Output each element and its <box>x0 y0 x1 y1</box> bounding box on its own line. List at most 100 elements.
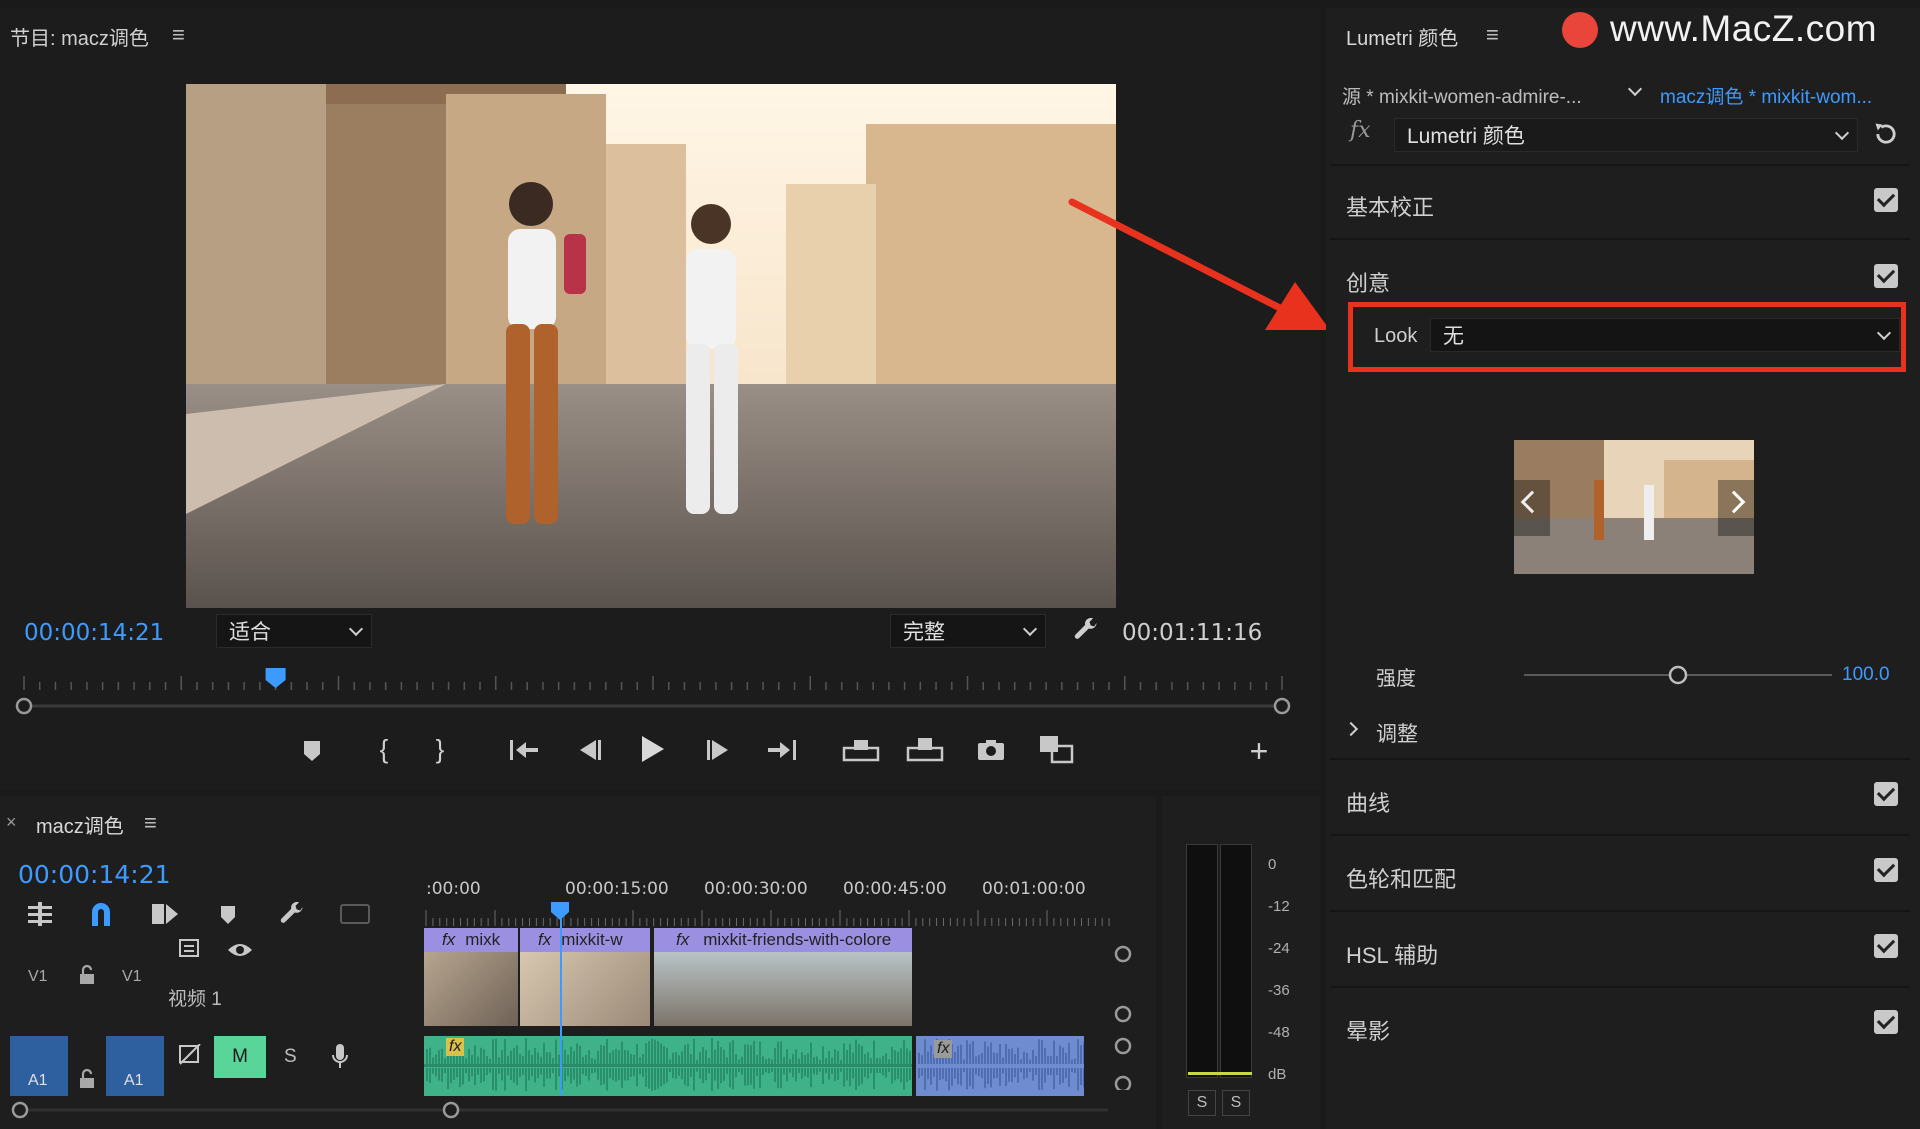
add-marker-icon[interactable] <box>218 904 238 926</box>
panel-menu-icon[interactable]: ≡ <box>172 24 185 46</box>
waveform-bar <box>681 1051 683 1064</box>
timeline-title[interactable]: macz调色 <box>36 810 124 839</box>
step-back-button[interactable] <box>574 738 604 762</box>
time-ruler[interactable]: :00:00 00:00:15:00 00:00:30:00 00:00:45:00 0… <box>424 872 1114 928</box>
lock-icon[interactable] <box>78 1068 96 1090</box>
v1-target-label[interactable]: V1 <box>122 968 142 986</box>
waveform-bar <box>987 1068 989 1084</box>
look-preview-thumbnail[interactable] <box>1514 440 1754 574</box>
look-select[interactable]: 无 <box>1430 318 1900 352</box>
program-monitor-title[interactable]: 节目: macz调色 <box>10 22 149 51</box>
section-creative[interactable]: 创意 <box>1346 266 1390 298</box>
lift-button[interactable] <box>842 734 880 764</box>
intensity-knob[interactable] <box>1668 665 1688 685</box>
lumetri-title[interactable]: Lumetri 颜色 <box>1346 22 1458 51</box>
mute-button[interactable]: M <box>214 1036 266 1078</box>
v1-source-label[interactable]: V1 <box>28 968 48 986</box>
panel-menu-icon[interactable]: ≡ <box>1486 24 1499 46</box>
waveform-bar <box>453 1068 455 1080</box>
panel-menu-icon[interactable]: ≡ <box>144 812 157 834</box>
waveform-bar <box>438 1068 440 1081</box>
video-clip-3[interactable]: fx mixkit-friends-with-colore <box>654 928 912 1026</box>
timeline-zoom-scrollbar[interactable] <box>8 1098 1114 1122</box>
waveform-bar <box>858 1044 860 1064</box>
fx-badge: fx <box>538 930 552 949</box>
solo-button[interactable]: S <box>284 1046 297 1068</box>
go-to-in-button[interactable] <box>508 736 542 764</box>
vignette-checkbox[interactable] <box>1874 1010 1898 1034</box>
clip-1-name: mixk <box>465 930 501 949</box>
intensity-slider[interactable] <box>1520 660 1836 690</box>
close-timeline-icon[interactable]: × <box>6 812 17 833</box>
waveform-bar <box>735 1068 737 1077</box>
captions-icon[interactable] <box>340 904 370 924</box>
waveform-bar <box>546 1052 548 1064</box>
basic-checkbox[interactable] <box>1874 188 1898 212</box>
microphone-icon[interactable] <box>330 1042 350 1070</box>
video-clip-1[interactable]: fx mixk <box>424 928 518 1026</box>
effect-select[interactable]: Lumetri 颜色 <box>1394 118 1858 152</box>
play-button[interactable] <box>638 734 666 764</box>
waveform-bar <box>1071 1059 1073 1064</box>
linked-selection-icon[interactable] <box>150 900 180 928</box>
wrench-icon[interactable] <box>1072 616 1100 644</box>
settings-wrench-icon[interactable] <box>278 900 306 928</box>
add-button[interactable]: + <box>1246 733 1272 769</box>
meter-solo-right[interactable]: S <box>1222 1090 1250 1116</box>
sync-lock-icon[interactable] <box>178 938 204 960</box>
adjust-label[interactable]: 调整 <box>1376 718 1418 748</box>
snap-icon[interactable] <box>88 900 114 928</box>
waveform-bar <box>948 1068 950 1091</box>
divider <box>1330 238 1910 240</box>
creative-checkbox[interactable] <box>1874 264 1898 288</box>
sequence-tab[interactable]: macz调色 * mixkit-wom... <box>1660 82 1872 109</box>
waveform-bar <box>495 1038 497 1064</box>
playhead-marker[interactable] <box>265 668 286 688</box>
annotation-arrow <box>1068 198 1330 330</box>
hsl-checkbox[interactable] <box>1874 934 1898 958</box>
video-preview[interactable] <box>186 84 1116 608</box>
current-timecode[interactable]: 00:00:14:21 <box>24 620 164 646</box>
camera-icon[interactable] <box>976 738 1006 762</box>
quality-select[interactable]: 完整 <box>890 614 1046 648</box>
monitor-scrubber[interactable] <box>10 668 1310 718</box>
timeline-timecode[interactable]: 00:00:14:21 <box>18 860 171 889</box>
color-wheels-checkbox[interactable] <box>1874 858 1898 882</box>
lock-icon[interactable] <box>78 964 96 986</box>
compare-view-button[interactable] <box>1038 734 1074 764</box>
zoom-select[interactable]: 适合 <box>216 614 372 648</box>
waveform-bar <box>924 1068 926 1091</box>
curves-checkbox[interactable] <box>1874 782 1898 806</box>
track-scrollbar[interactable] <box>1110 940 1136 1090</box>
waveform-bar <box>993 1052 995 1064</box>
section-basic[interactable]: 基本校正 <box>1346 190 1434 222</box>
extract-button[interactable] <box>906 734 944 764</box>
eye-icon[interactable] <box>226 940 254 960</box>
meter-solo-left[interactable]: S <box>1188 1090 1216 1116</box>
nest-icon[interactable] <box>26 902 54 926</box>
waveform-bar <box>648 1068 650 1089</box>
add-marker-button[interactable] <box>300 738 324 764</box>
waveform-bar <box>990 1042 992 1064</box>
waveform-bar <box>1053 1040 1055 1064</box>
mark-out-button[interactable]: } <box>428 734 452 764</box>
go-to-out-button[interactable] <box>764 736 798 764</box>
intensity-value[interactable]: 100.0 <box>1842 664 1890 686</box>
step-forward-button[interactable] <box>704 738 734 762</box>
source-tab[interactable]: 源 * mixkit-women-admire-... <box>1342 82 1582 109</box>
video-clip-2[interactable]: fx mixkit-w <box>520 928 650 1026</box>
sync-lock-icon[interactable] <box>178 1044 204 1066</box>
waveform-bar <box>900 1068 902 1083</box>
mark-in-button[interactable]: { <box>372 734 396 764</box>
section-vignette[interactable]: 晕影 <box>1346 1014 1390 1046</box>
waveform-bar <box>939 1068 941 1081</box>
waveform-bar <box>465 1058 467 1064</box>
section-hsl[interactable]: HSL 辅助 <box>1346 938 1438 970</box>
audio-clip-1[interactable] <box>424 1036 912 1096</box>
section-curves[interactable]: 曲线 <box>1346 786 1390 818</box>
reset-icon[interactable] <box>1872 120 1900 148</box>
waveform-bar <box>894 1068 896 1081</box>
waveform-bar <box>753 1040 755 1064</box>
section-color-wheels[interactable]: 色轮和匹配 <box>1346 862 1456 894</box>
waveform-bar <box>708 1058 710 1064</box>
